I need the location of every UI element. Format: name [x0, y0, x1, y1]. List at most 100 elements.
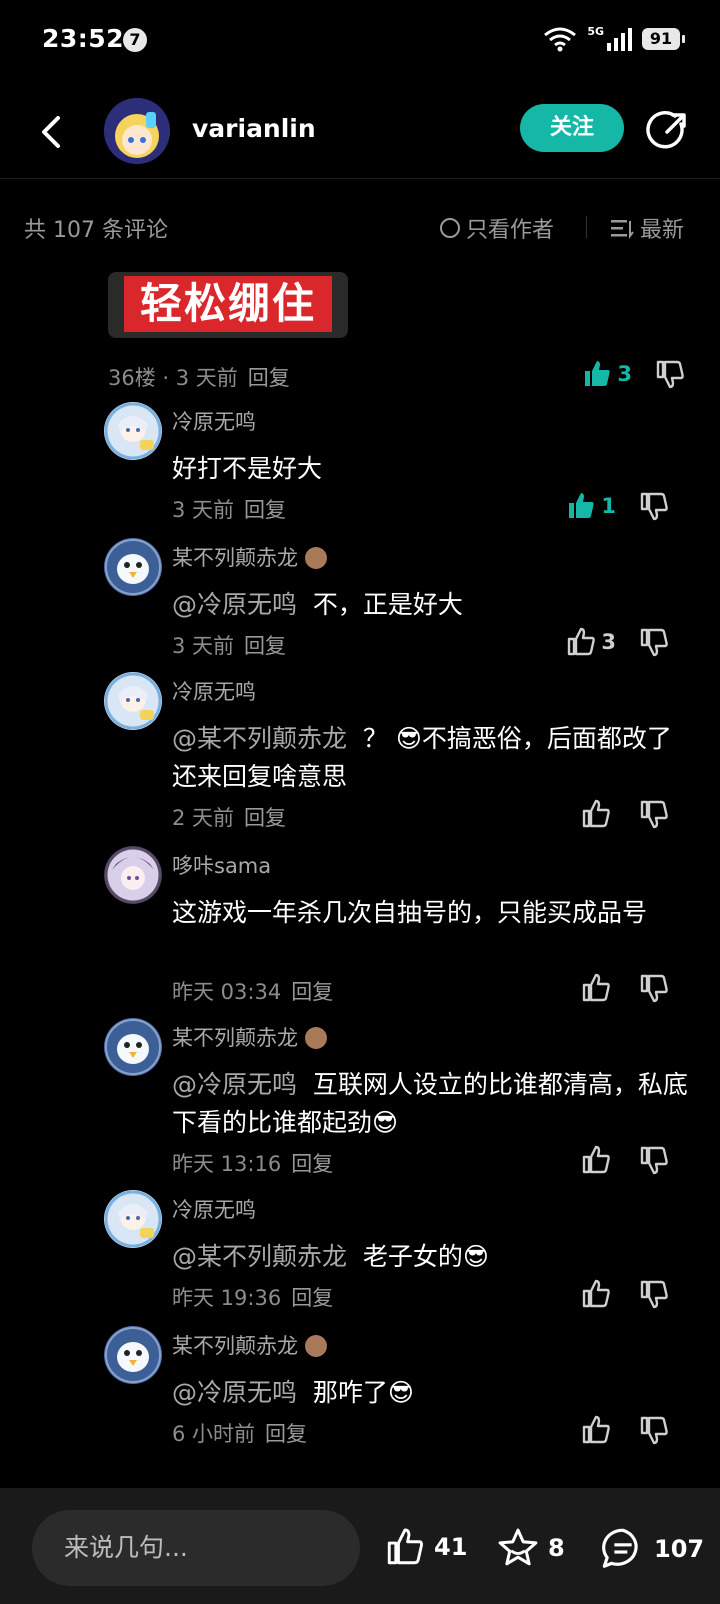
reply-avatar[interactable] [104, 1018, 162, 1076]
reply-time: 3 天前 [172, 634, 235, 658]
author-username[interactable]: varianlin [192, 114, 316, 143]
reply-username[interactable]: 冷原无鸣 [172, 1194, 256, 1224]
like-button[interactable] [580, 972, 616, 1004]
reply-text: 这游戏一年杀几次自抽号的，只能买成品号 [172, 894, 692, 932]
thumbs-down-icon[interactable] [638, 972, 670, 1004]
comment-count: 共 107 条评论 [24, 218, 168, 243]
reply-username[interactable]: 冷原无鸣 [172, 676, 256, 706]
like-button[interactable]: 3 [581, 358, 632, 390]
radio-circle-icon [440, 218, 460, 238]
like-button[interactable] [580, 1278, 616, 1310]
mention-link[interactable]: @冷原无鸣 [172, 1070, 297, 1099]
reply-button[interactable]: 回复 [291, 980, 333, 1004]
reply-button[interactable]: 回复 [244, 498, 286, 522]
reply-actions: 1 [565, 490, 670, 522]
like-button[interactable] [580, 1144, 616, 1176]
mention-link[interactable]: @某不列颠赤龙 [172, 1242, 347, 1271]
reply-item: 某不列颠赤龙 @冷原无鸣 不，正是好大 3 天前 回复 3 [104, 538, 704, 664]
reply-actions [580, 1414, 670, 1446]
main-comment-actions: 3 [581, 358, 686, 390]
reply-button[interactable]: 回复 [248, 366, 290, 390]
reply-actions [580, 1278, 670, 1310]
mention-link[interactable]: @某不列颠赤龙 [172, 724, 347, 753]
reply-button[interactable]: 回复 [265, 1422, 307, 1446]
network-type: 5G [587, 24, 604, 38]
comment-input[interactable]: 来说几句... [32, 1510, 360, 1586]
sort-button[interactable]: 最新 [610, 212, 684, 244]
reply-username-text: 某不列颠赤龙 [172, 1334, 298, 1358]
reply-text: @某不列颠赤龙 老子女的😎 [172, 1238, 692, 1276]
reply-button[interactable]: 回复 [244, 806, 286, 830]
author-avatar[interactable] [104, 98, 170, 164]
thumbs-down-icon[interactable] [638, 490, 670, 522]
author-only-label: 只看作者 [466, 218, 555, 243]
thumbs-up-icon [582, 973, 610, 1002]
reply-username-text: 哆咔sama [172, 854, 272, 878]
mention-link[interactable]: @冷原无鸣 [172, 1378, 297, 1407]
thumbs-down-icon[interactable] [638, 798, 670, 830]
reply-time: 6 小时前 [172, 1422, 256, 1446]
reply-meta: 2 天前 回复 [172, 802, 286, 832]
favorite-count: 8 [548, 1534, 565, 1562]
reply-content: 好打不是好大 [172, 454, 323, 483]
reply-username-text: 某不列颠赤龙 [172, 546, 298, 570]
share-icon [646, 111, 686, 149]
user-badge-icon [304, 1027, 327, 1049]
reply-avatar[interactable] [104, 672, 162, 730]
reply-username-text: 冷原无鸣 [172, 1198, 256, 1222]
reply-username[interactable]: 某不列颠赤龙 [172, 1022, 327, 1052]
reply-text: @冷原无鸣 互联网人设立的比谁都清高，私底下看的比谁都起劲😎 [172, 1066, 692, 1142]
reply-button[interactable]: 回复 [244, 634, 286, 658]
reply-avatar[interactable] [104, 846, 162, 904]
status-time: 23:52 [42, 24, 125, 53]
share-button[interactable] [645, 108, 691, 154]
thumbs-down-icon[interactable] [638, 626, 670, 658]
reply-content: 老子女的😎 [362, 1242, 489, 1271]
reply-meta: 6 小时前 回复 [172, 1418, 307, 1448]
post-like-count: 41 [434, 1533, 468, 1561]
reply-text: @冷原无鸣 那咋了😎 [172, 1374, 692, 1412]
like-post-button[interactable]: 41 [384, 1526, 467, 1568]
favorite-button[interactable]: 8 [496, 1526, 565, 1570]
reply-avatar[interactable] [104, 1326, 162, 1384]
thumbs-down-icon[interactable] [654, 358, 686, 390]
reply-avatar[interactable] [104, 402, 162, 460]
reply-username[interactable]: 冷原无鸣 [172, 406, 256, 436]
chevron-left-icon [42, 116, 60, 148]
like-button[interactable]: 3 [565, 626, 616, 658]
reply-actions [580, 972, 670, 1004]
reply-item: 某不列颠赤龙 @冷原无鸣 互联网人设立的比谁都清高，私底下看的比谁都起劲😎 昨天… [104, 1018, 704, 1182]
reply-item: 某不列颠赤龙 @冷原无鸣 那咋了😎 6 小时前 回复 [104, 1326, 704, 1452]
follow-button[interactable]: 关注 [520, 104, 624, 152]
comments-button[interactable]: 107 [600, 1526, 704, 1572]
notification-badge: 7 [123, 28, 147, 52]
comment-count-bottom: 107 [654, 1535, 705, 1563]
reply-content: 这游戏一年杀几次自抽号的，只能买成品号 [172, 898, 648, 927]
reply-avatar[interactable] [104, 1190, 162, 1248]
reply-item: 冷原无鸣 @某不列颠赤龙 老子女的😎 昨天 19:36 回复 [104, 1190, 704, 1316]
star-icon [498, 1528, 538, 1566]
reply-button[interactable]: 回复 [291, 1152, 333, 1176]
like-button[interactable] [580, 798, 616, 830]
mention-link[interactable]: @冷原无鸣 [172, 590, 297, 619]
reply-username[interactable]: 某不列颠赤龙 [172, 1330, 327, 1360]
thumbs-down-icon[interactable] [638, 1414, 670, 1446]
comment-image-text: 轻松绷住 [124, 276, 332, 332]
thumbs-up-icon [387, 1528, 423, 1565]
comment-image[interactable]: 轻松绷住 [108, 272, 348, 338]
thumbs-down-icon[interactable] [638, 1278, 670, 1310]
thumbs-down-icon[interactable] [638, 1144, 670, 1176]
reply-content: 不，正是好大 [312, 590, 463, 619]
like-button[interactable]: 1 [565, 490, 616, 522]
reply-item: 哆咔sama 这游戏一年杀几次自抽号的，只能买成品号 昨天 03:34 回复 [104, 846, 704, 1010]
back-button[interactable] [30, 110, 74, 154]
header-divider [0, 178, 720, 179]
reply-username[interactable]: 某不列颠赤龙 [172, 542, 327, 572]
reply-username[interactable]: 哆咔sama [172, 850, 271, 880]
reply-avatar[interactable] [104, 538, 162, 596]
reply-button[interactable]: 回复 [291, 1286, 333, 1310]
reply-time: 3 天前 [172, 498, 235, 522]
thumbs-up-icon [582, 1279, 610, 1308]
author-only-toggle[interactable]: 只看作者 [440, 212, 554, 244]
like-button[interactable] [580, 1414, 616, 1446]
